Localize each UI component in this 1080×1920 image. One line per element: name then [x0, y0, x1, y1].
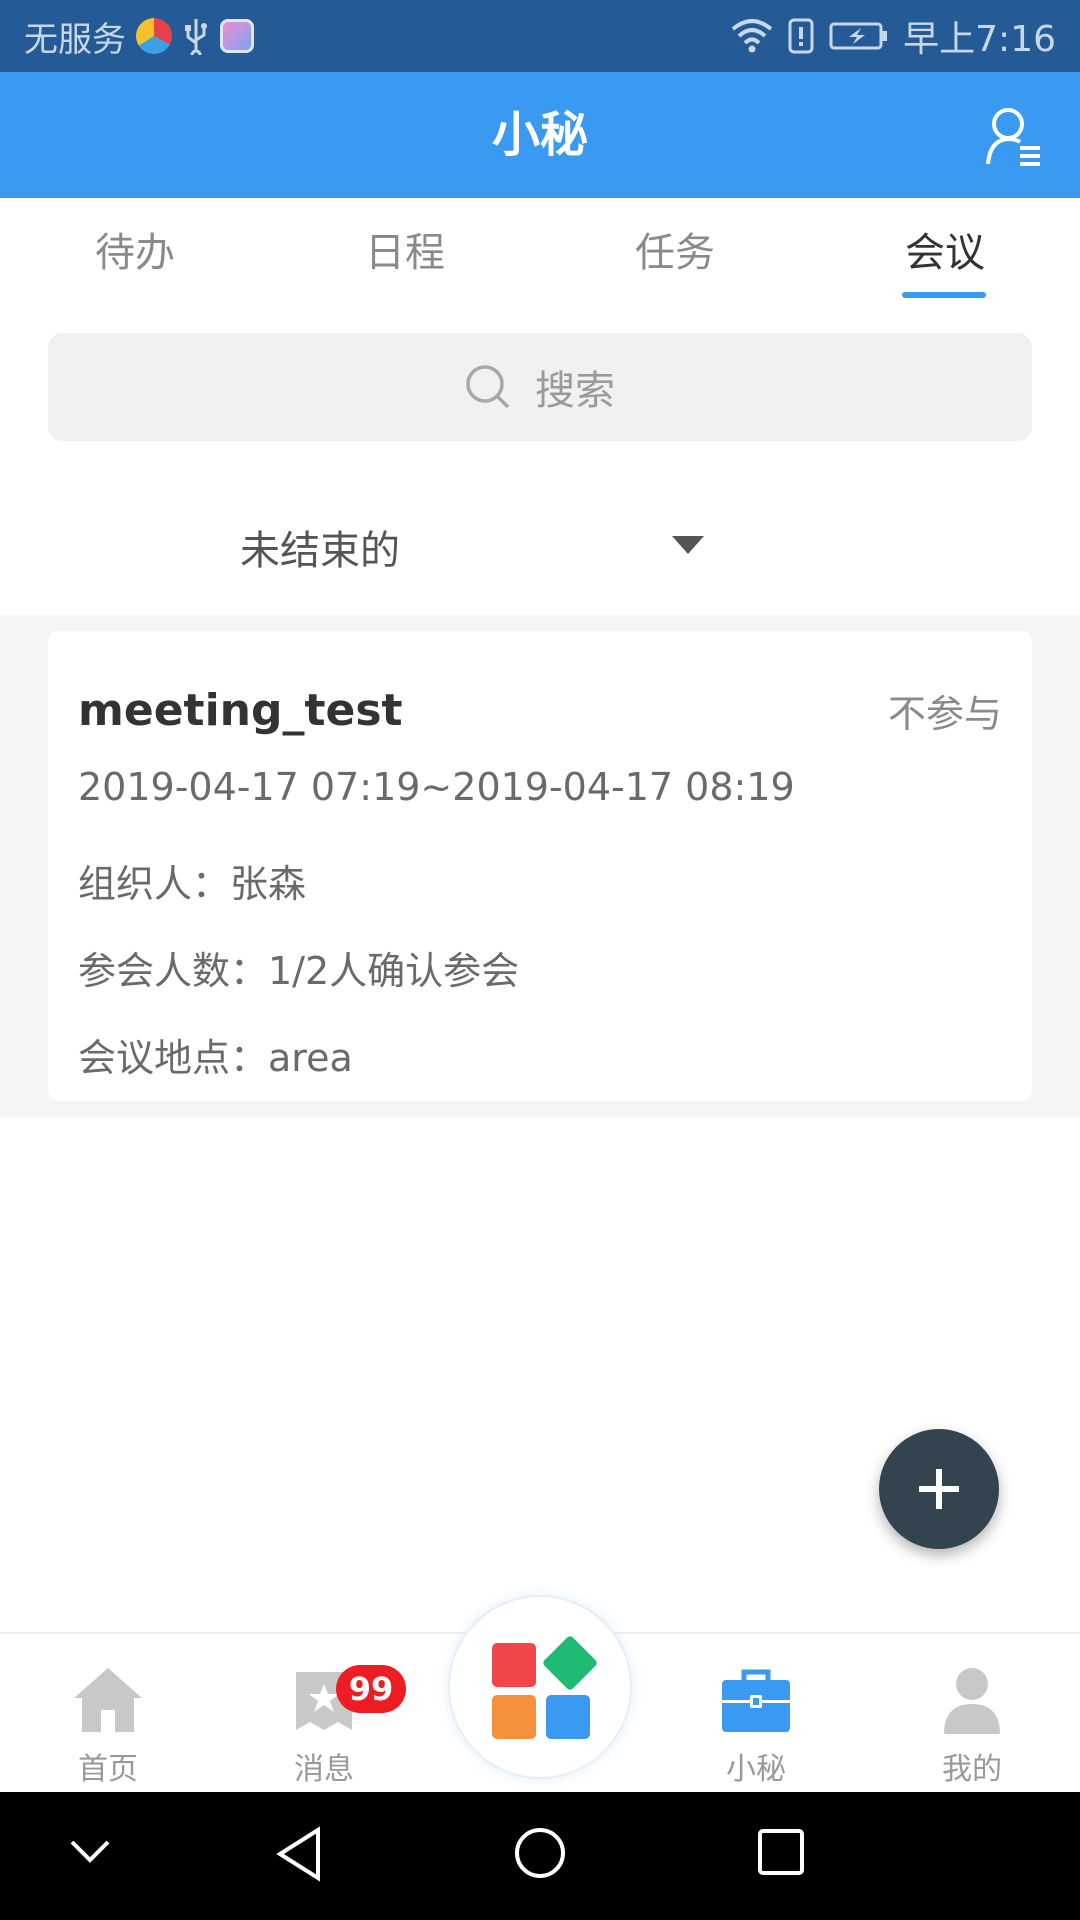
apps-grid-icon	[492, 1636, 597, 1739]
search-input[interactable]: 搜索	[48, 333, 1032, 441]
nav-messages[interactable]: 消息	[216, 1634, 432, 1794]
meeting-organizer: 组织人：张森	[78, 862, 307, 906]
carrier-text: 无服务	[24, 19, 126, 60]
decline-button[interactable]: 不参与	[888, 683, 1002, 738]
tab-todo[interactable]: 待办	[0, 198, 270, 308]
caret-down-icon[interactable]	[672, 536, 704, 554]
active-tab-indicator	[902, 292, 986, 298]
meeting-time: 2019-04-17 07:19~2019-04-17 08:19	[78, 765, 795, 809]
back-icon[interactable]	[274, 1826, 324, 1882]
search-icon	[466, 365, 510, 409]
filter-selected-value: 未结束的	[240, 528, 400, 574]
user-menu-icon[interactable]	[986, 106, 1044, 168]
nav-home-label: 首页	[78, 1752, 138, 1787]
add-meeting-button[interactable]	[879, 1429, 999, 1549]
unread-badge: 99	[336, 1665, 406, 1713]
meeting-attendees: 参会人数：1/2人确认参会	[78, 949, 520, 993]
briefcase-icon	[722, 1669, 790, 1732]
nav-assistant-label: 小秘	[726, 1752, 786, 1787]
nav-home[interactable]: 首页	[0, 1634, 216, 1794]
nav-assistant[interactable]: 小秘	[648, 1634, 864, 1794]
status-bar-right: 早上7:16	[731, 0, 1056, 72]
meeting-title: meeting_test	[78, 685, 403, 736]
app-square-icon	[220, 19, 254, 53]
home-circle-icon[interactable]	[513, 1826, 567, 1880]
status-bar: 无服务 早上7:16	[0, 0, 1080, 72]
system-nav-bar	[0, 1792, 1080, 1920]
tab-schedule[interactable]: 日程	[270, 198, 540, 308]
tab-tasks[interactable]: 任务	[540, 198, 810, 308]
clock-text: 早上7:16	[903, 19, 1056, 60]
usb-icon	[185, 19, 207, 55]
nav-me[interactable]: 我的	[864, 1634, 1080, 1794]
app-icon	[136, 18, 172, 54]
alert-icon	[788, 18, 814, 54]
meeting-card[interactable]: meeting_test 不参与 2019-04-17 07:19~2019-0…	[48, 631, 1032, 1101]
apps-center-button[interactable]	[448, 1595, 632, 1779]
page-title: 小秘	[491, 107, 588, 163]
app-bar: 小秘	[0, 72, 1080, 198]
nav-messages-label: 消息	[294, 1752, 354, 1787]
wifi-icon	[731, 19, 773, 53]
nav-me-label: 我的	[942, 1752, 1002, 1787]
meeting-location: 会议地点：area	[78, 1036, 353, 1080]
meeting-list: meeting_test 不参与 2019-04-17 07:19~2019-0…	[0, 615, 1080, 1117]
status-filter-dropdown[interactable]: 未结束的	[0, 490, 1080, 600]
tab-bar: 待办 日程 任务 会议	[0, 198, 1080, 308]
battery-icon	[829, 22, 888, 50]
plus-icon	[919, 1469, 959, 1509]
home-icon	[74, 1668, 142, 1732]
person-icon	[944, 1668, 1000, 1734]
status-bar-left: 无服务	[24, 0, 254, 72]
chevron-down-icon[interactable]	[68, 1836, 112, 1866]
recents-icon[interactable]	[757, 1828, 805, 1876]
search-placeholder: 搜索	[535, 368, 615, 414]
